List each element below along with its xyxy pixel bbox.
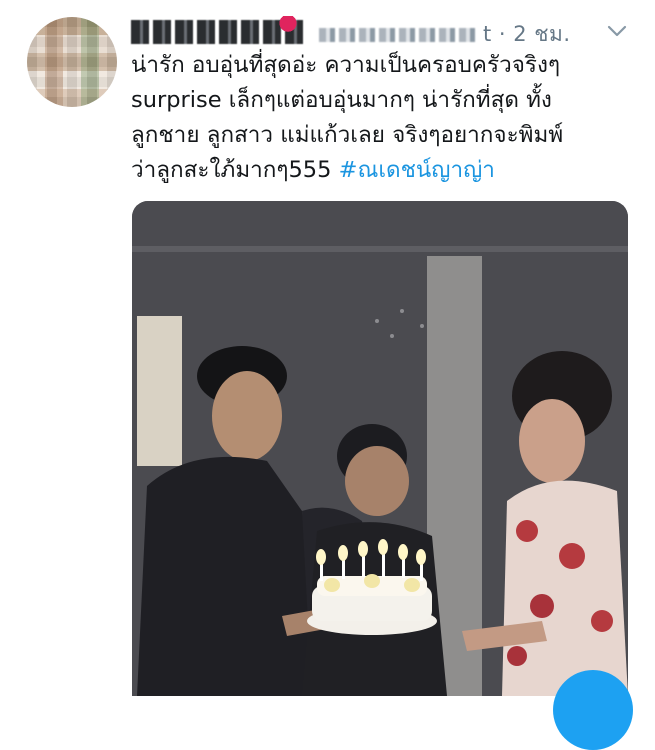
author-handle-redacted[interactable] — [319, 28, 479, 42]
author-avatar[interactable] — [27, 17, 117, 107]
tweet-header: t · 2 ชม. — [131, 14, 631, 50]
hashtag-link[interactable]: #ณเดชน์ญาญ่า — [339, 157, 495, 183]
heart-emoji-icon — [277, 16, 299, 34]
tweet-text-line: ลูกชาย ลูกสาว แม่แก้วเลย จริงๆอยากจะพิมพ… — [131, 122, 564, 148]
tweet-text-line: surprise เล็กๆแต่อบอุ่นมากๆ น่ารักที่สุด… — [131, 87, 552, 113]
tweet-text-line: น่ารัก อบอุ่นที่สุดอ่ะ ความเป็นครอบครัวจ… — [131, 52, 561, 78]
chevron-down-icon[interactable] — [607, 24, 627, 38]
tweet-text: น่ารัก อบอุ่นที่สุดอ่ะ ความเป็นครอบครัวจ… — [131, 48, 631, 188]
tweet-media-video[interactable] — [132, 201, 628, 696]
tweet-text-line: ว่าลูกสะใภ้มากๆ555 — [131, 157, 339, 183]
tweet-timestamp[interactable]: t · 2 ชม. — [483, 18, 571, 51]
compose-button[interactable] — [553, 670, 633, 750]
video-frame — [132, 201, 628, 696]
